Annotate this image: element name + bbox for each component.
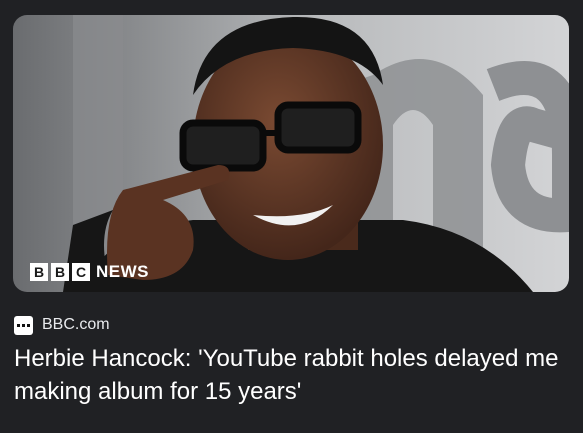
source-row: BBC.com <box>14 315 110 335</box>
bbc-news-logo: B B C NEWS <box>30 262 149 282</box>
brand-box-1: B <box>30 263 48 281</box>
source-name: BBC.com <box>42 316 110 333</box>
news-card[interactable]: B B C NEWS BBC.com Herbie Hancock: 'YouT… <box>0 0 583 433</box>
brand-news-word: NEWS <box>96 262 149 281</box>
brand-box-3: C <box>72 263 90 281</box>
bbc-favicon-icon <box>14 315 33 335</box>
photo-man-pointing <box>13 15 569 292</box>
article-thumbnail[interactable]: B B C NEWS <box>13 15 569 292</box>
article-headline[interactable]: Herbie Hancock: 'YouTube rabbit holes de… <box>14 342 564 408</box>
brand-box-2: B <box>51 263 69 281</box>
